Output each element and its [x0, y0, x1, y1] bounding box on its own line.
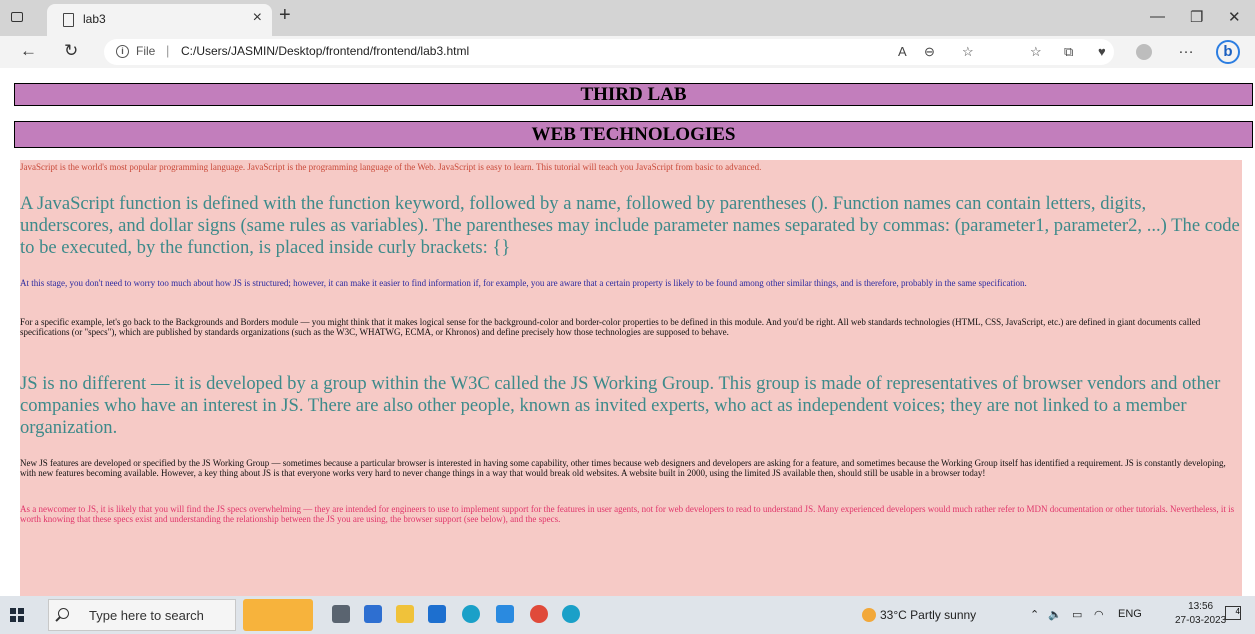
- content-block: JavaScript is the world's most popular p…: [20, 160, 1242, 598]
- notification-icon[interactable]: 4: [1225, 606, 1241, 620]
- language-indicator[interactable]: ENG: [1118, 608, 1142, 620]
- favorite-icon[interactable]: ☆: [962, 44, 974, 60]
- page-viewport: THIRD LAB WEB TECHNOLOGIES JavaScript is…: [0, 68, 1255, 598]
- taskbar: Type here to search 33°C Partly sunny ⌃ …: [0, 596, 1255, 634]
- extension-icon[interactable]: ♥: [1098, 44, 1106, 59]
- paragraph-working-group: JS is no different — it is developed by …: [20, 373, 1221, 438]
- chrome-icon[interactable]: [530, 605, 548, 623]
- search-highlight-icon[interactable]: [243, 599, 313, 631]
- refresh-button[interactable]: ↻: [64, 41, 78, 61]
- url-text[interactable]: C:/Users/JASMIN/Desktop/frontend/fronten…: [181, 44, 469, 58]
- file-label: File: [136, 44, 156, 58]
- search-placeholder: Type here to search: [89, 608, 204, 623]
- clock-time: 13:56: [1188, 601, 1214, 612]
- tab-bar: lab3 × + — ❐ ✕: [0, 0, 1255, 36]
- widgets-icon[interactable]: [364, 605, 382, 623]
- info-icon[interactable]: i: [116, 45, 129, 58]
- weather-icon: [862, 608, 876, 622]
- paragraph-structure: At this stage, you don't need to worry t…: [20, 278, 1027, 288]
- paragraph-new-features: New JS features are developed or specifi…: [20, 458, 1226, 478]
- search-icon: [58, 608, 69, 619]
- profile-avatar[interactable]: [1136, 44, 1152, 60]
- new-tab-button[interactable]: +: [279, 4, 291, 27]
- paragraph-specs: For a specific example, let's go back to…: [20, 317, 1201, 337]
- separator: |: [166, 43, 170, 58]
- paragraph-intro: JavaScript is the world's most popular p…: [20, 162, 762, 172]
- paragraph-function: A JavaScript function is defined with th…: [20, 193, 1240, 258]
- task-view-icon[interactable]: [332, 605, 350, 623]
- heading-web-technologies: WEB TECHNOLOGIES: [14, 121, 1253, 148]
- collections-icon[interactable]: ⧉: [1064, 44, 1073, 60]
- volume-icon[interactable]: 🔈: [1048, 608, 1062, 621]
- weather-text[interactable]: 33°C Partly sunny: [880, 608, 976, 622]
- taskbar-search[interactable]: Type here to search: [48, 599, 236, 631]
- url-bar[interactable]: i File | C:/Users/JASMIN/Desktop/fronten…: [104, 39, 1114, 65]
- bing-icon[interactable]: b: [1216, 40, 1240, 64]
- address-bar: ← ↻ i File | C:/Users/JASMIN/Desktop/fro…: [0, 36, 1255, 68]
- tray-overflow-icon[interactable]: ⌃: [1030, 608, 1039, 621]
- edge-icon[interactable]: [462, 605, 480, 623]
- close-window-button[interactable]: ✕: [1228, 8, 1241, 26]
- back-button[interactable]: ←: [20, 41, 37, 61]
- heading-third-lab: THIRD LAB: [14, 83, 1253, 106]
- battery-icon[interactable]: ▭: [1072, 608, 1082, 621]
- windows-start-icon[interactable]: [10, 608, 24, 622]
- tab-lab3[interactable]: lab3 ×: [47, 4, 272, 36]
- favorites-icon[interactable]: ☆: [1030, 44, 1042, 60]
- more-menu-icon[interactable]: …: [1178, 40, 1194, 58]
- read-aloud-icon[interactable]: A: [898, 44, 907, 59]
- minimize-button[interactable]: —: [1150, 8, 1165, 25]
- notification-count: 4: [1235, 607, 1240, 616]
- network-icon[interactable]: ◠: [1094, 608, 1104, 621]
- mail-icon[interactable]: [428, 605, 446, 623]
- tab-close-icon[interactable]: ×: [253, 9, 262, 27]
- restore-button[interactable]: ❐: [1190, 8, 1203, 26]
- clock-date: 27-03-2023: [1175, 615, 1227, 626]
- file-explorer-icon[interactable]: [396, 605, 414, 623]
- paragraph-newcomer: As a newcomer to JS, it is likely that y…: [20, 504, 1235, 524]
- tab-title: lab3: [83, 12, 106, 26]
- page-icon: [63, 13, 74, 27]
- clock[interactable]: 13:56 27-03-2023: [1175, 600, 1226, 628]
- edge-active-icon[interactable]: [562, 605, 580, 623]
- tab-actions-icon[interactable]: [11, 12, 23, 22]
- vscode-icon[interactable]: [496, 605, 514, 623]
- zoom-icon[interactable]: ⊖: [924, 44, 935, 60]
